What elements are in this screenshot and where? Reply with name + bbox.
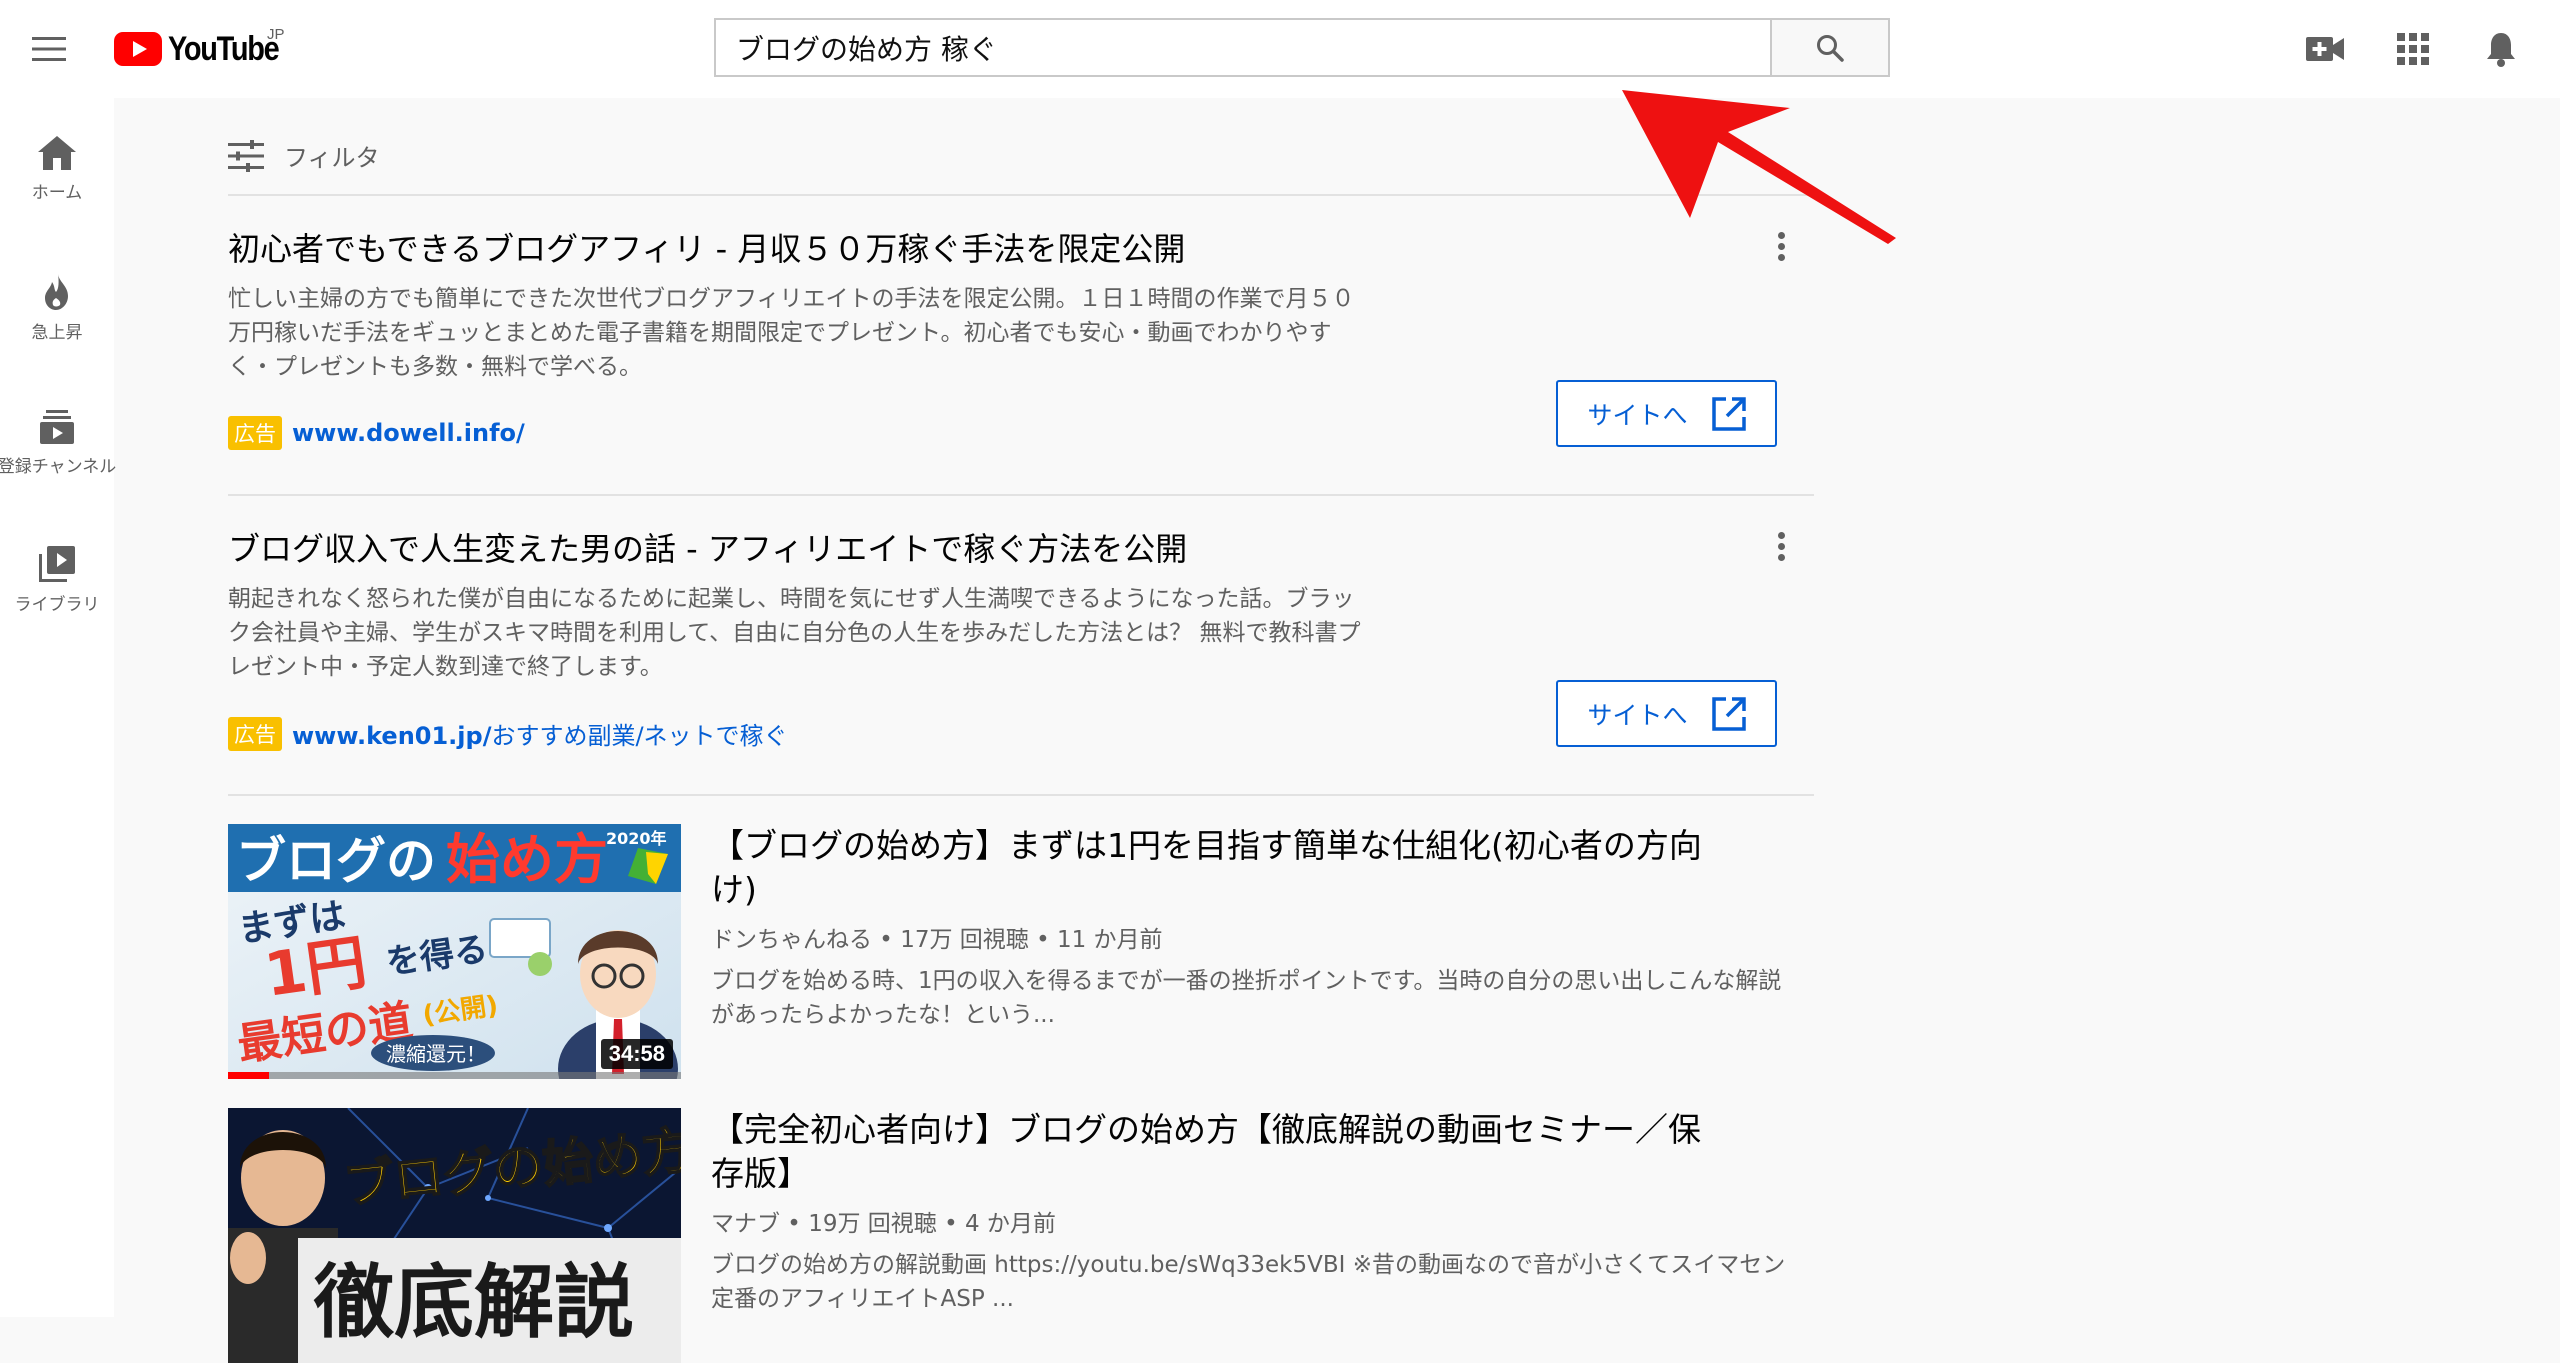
ad-url[interactable]: www.dowell.info/ (292, 419, 525, 447)
video-result[interactable]: ブログの始め方 徹底解説 【完全初心者向け】ブログの始め方【徹底解説の動画セミナ… (228, 1108, 1814, 1363)
ad-url-path: おすすめ副業/ネットで稼ぐ (491, 722, 788, 750)
video-meta: マナブ • 19万 回視聴 • 4 か月前 (711, 1211, 1056, 1237)
video-description: ブログの始め方の解説動画 https://youtu.be/sWq33ek5VB… (711, 1252, 1786, 1312)
sidebar-item-home[interactable]: ホーム (0, 136, 114, 203)
sidebar-item-trending[interactable]: 急上昇 (0, 274, 114, 343)
notifications-button[interactable] (2476, 24, 2526, 74)
search-box[interactable] (714, 18, 1772, 77)
sidebar-item-label: ホーム (31, 183, 83, 203)
video-camera-icon (2306, 37, 2344, 61)
watch-progress-fill (228, 1072, 269, 1079)
apps-button[interactable] (2388, 24, 2438, 74)
sidebar-item-label: 急上昇 (31, 323, 83, 343)
ad-badge: 広告 (228, 416, 282, 450)
sidebar-item-label: 登録チャンネル (0, 457, 117, 477)
thumb-text: 濃縮還元！ (386, 1042, 486, 1066)
masthead: YouTube JP (0, 0, 2560, 98)
search-icon (1817, 34, 1844, 62)
sidebar: ホーム 急上昇 登録チャンネル ライブラリ (0, 98, 117, 1317)
filter-sliders-icon (228, 139, 264, 172)
filter-button[interactable]: フィルタ (228, 138, 380, 173)
visit-site-button[interactable]: サイトへ (1556, 380, 1777, 447)
visit-site-label: サイトへ (1587, 400, 1688, 430)
ad-url[interactable]: www.ken01.jp/おすすめ副業/ネットで稼ぐ (292, 716, 788, 751)
visit-site-button[interactable]: サイトへ (1556, 680, 1777, 747)
video-thumbnail[interactable]: ブログの 始め方 2020年 まずは 1円 を得る 最短の道 (公開) 濃縮還元… (228, 824, 681, 1079)
video-description: ブログを始める時、1円の収入を得るまでが一番の挫折ポイントです。当時の自分の思い… (711, 968, 1782, 1028)
ad-result[interactable]: ブログ収入で人生変えた男の話 - アフィリエイトで稼ぐ方法を公開 朝起きれなく怒… (228, 496, 1814, 794)
play-logo-icon (114, 32, 162, 66)
logo-text: YouTube (168, 29, 280, 68)
ad-description: 忙しい主婦の方でも簡単にできた次世代ブログアフィリエイトの手法を限定公開。１日１… (228, 286, 1355, 380)
ad-description: 朝起きれなく怒られた僕が自由になるために起業し、時間を気にせず人生満喫できるよう… (228, 586, 1361, 680)
video-thumbnail[interactable]: ブログの始め方 徹底解説 (228, 1108, 681, 1363)
visit-site-label: サイトへ (1587, 700, 1688, 730)
ad-result[interactable]: 初心者でもできるブログアフィリ - 月収５０万稼ぐ手法を限定公開 忙しい主婦の方… (228, 196, 1814, 494)
ad-title[interactable]: ブログ収入で人生変えた男の話 - アフィリエイトで稼ぐ方法を公開 (228, 524, 1187, 570)
annotation-arrow (1622, 90, 1896, 244)
flame-icon (45, 274, 68, 310)
library-icon (39, 546, 75, 582)
video-title[interactable]: 【完全初心者向け】ブログの始め方【徹底解説の動画セミナー／保存版】 (711, 1108, 1711, 1196)
sidebar-item-subscriptions[interactable]: 登録チャンネル (0, 410, 117, 477)
create-video-button[interactable] (2300, 24, 2350, 74)
logo-region: JP (267, 26, 285, 43)
divider (228, 794, 1814, 796)
video-title[interactable]: 【ブログの始め方】まずは1円を目指す簡単な仕組化(初心者の方向け) (711, 824, 1711, 912)
ad-footer: 広告 www.dowell.info/ (228, 416, 525, 450)
home-icon (38, 136, 76, 170)
more-vert-icon (1777, 531, 1785, 539)
ad-title[interactable]: 初心者でもできるブログアフィリ - 月収５０万稼ぐ手法を限定公開 (228, 224, 1185, 270)
search-input[interactable] (736, 31, 1770, 64)
thumb-text: ブログの (236, 832, 436, 890)
open-in-new-icon (1711, 696, 1746, 731)
search-button[interactable] (1770, 18, 1890, 77)
watch-progress-bar (228, 1072, 681, 1079)
sidebar-item-label: ライブラリ (14, 595, 100, 615)
thumbnail-image: ブログの始め方 徹底解説 (228, 1108, 681, 1363)
ad-badge: 広告 (228, 716, 282, 751)
open-in-new-icon (1711, 396, 1746, 431)
video-duration: 34:58 (600, 1039, 673, 1069)
hamburger-icon (32, 37, 66, 61)
subscriptions-icon (40, 410, 74, 444)
sidebar-item-library[interactable]: ライブラリ (0, 546, 114, 615)
thumb-text: 2020年 (606, 829, 667, 848)
bell-icon (2487, 33, 2515, 67)
thumb-text: 徹底解説 (313, 1256, 634, 1349)
ad-url-domain: www.ken01.jp/ (292, 722, 492, 750)
video-result[interactable]: ブログの 始め方 2020年 まずは 1円 を得る 最短の道 (公開) 濃縮還元… (228, 824, 1814, 1079)
thumb-text: 1円 (260, 927, 371, 1010)
ad-footer: 広告 www.ken01.jp/おすすめ副業/ネットで稼ぐ (228, 716, 788, 751)
menu-button[interactable] (22, 22, 76, 76)
apps-grid-icon (2397, 33, 2429, 65)
filter-label: フィルタ (284, 144, 380, 172)
video-meta: ドンちゃんねる • 17万 回視聴 • 11 か月前 (711, 927, 1163, 953)
thumb-text: 始め方 (446, 828, 608, 891)
more-options-button[interactable] (1766, 526, 1796, 566)
